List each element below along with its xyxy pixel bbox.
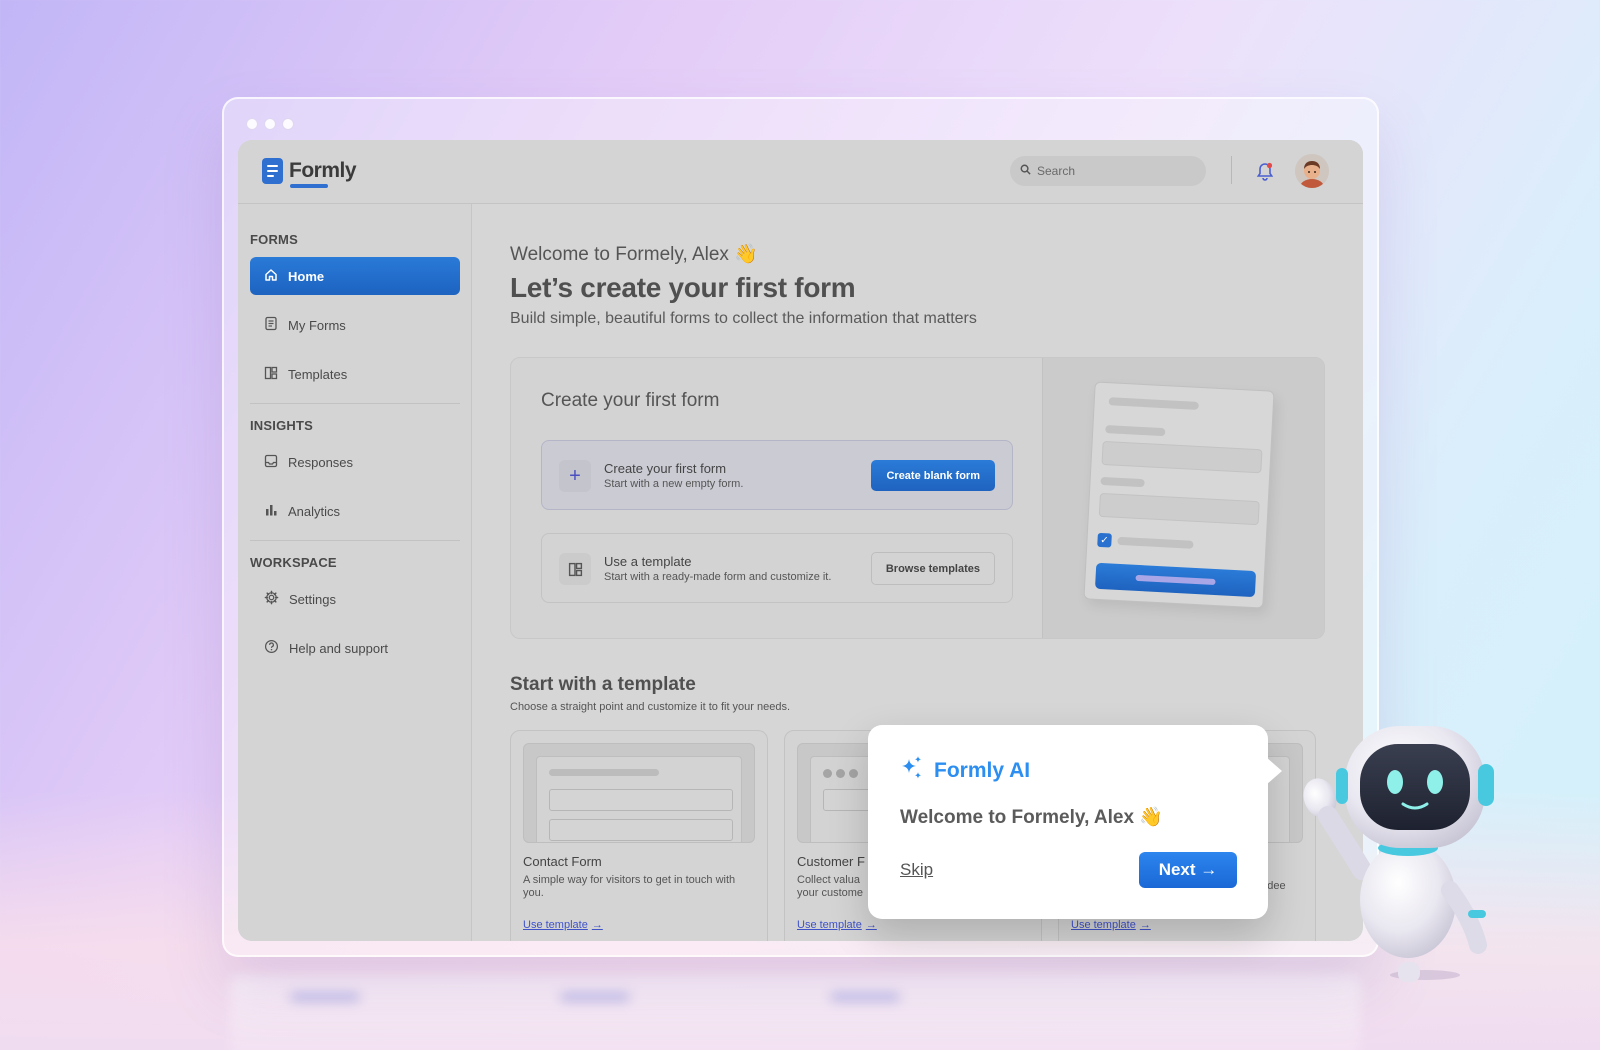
template-card[interactable]: Contact Form A simple way for visitors t… (510, 730, 768, 941)
home-icon (264, 268, 278, 285)
checkbox-icon: ✓ (1097, 532, 1112, 548)
page-title: Let’s create your first form (510, 272, 856, 303)
skip-button[interactable]: Skip (900, 860, 933, 880)
form-illustration-panel: ✓ (1042, 358, 1324, 638)
sidebar-item-label: Home (288, 268, 325, 284)
layout-icon (559, 553, 591, 585)
sidebar-item-analytics[interactable]: Analytics (250, 492, 460, 530)
use-template-link[interactable]: Use template → (797, 919, 877, 931)
sidebar-item-label: Analytics (288, 503, 341, 519)
welcome-text: Welcome to Formely, Alex 👋 (510, 244, 758, 265)
page-subtitle: Build simple, beautiful forms to collect… (510, 310, 977, 327)
template-description: A simple way for visitors to get in touc… (523, 874, 736, 899)
app-logo[interactable]: Formly (262, 158, 357, 188)
create-blank-form-button[interactable]: Create blank form (871, 460, 995, 491)
arrow-right-icon: → (1139, 919, 1151, 931)
create-card-title: Create your first form (541, 390, 720, 411)
template-name: Contact Form (523, 854, 602, 869)
sidebar-item-home[interactable]: Home (250, 257, 460, 295)
sidebar-divider (250, 403, 460, 404)
sidebar-item-label: My Forms (288, 317, 346, 333)
templates-section-subtitle: Choose a straight point and customize it… (510, 701, 791, 713)
option-description: Start with a ready-made form and customi… (604, 571, 832, 583)
search-box[interactable] (1010, 156, 1206, 186)
use-template-option[interactable]: Use a template Start with a ready-made f… (541, 533, 1013, 603)
bar-chart-icon (264, 503, 278, 520)
next-button[interactable]: Next → (1139, 852, 1237, 888)
create-form-card: Create your first form + Create your fir… (510, 357, 1325, 639)
arrow-right-icon: → (865, 919, 877, 931)
ai-assistant-popup: Formly AI Welcome to Formely, Alex 👋 Ski… (868, 725, 1282, 919)
sidebar-item-templates[interactable]: Templates (250, 355, 460, 393)
window-controls (246, 118, 294, 130)
templates-section-title: Start with a template (510, 674, 696, 695)
sparkles-icon (900, 755, 924, 786)
inbox-icon (264, 454, 278, 471)
ai-header: Formly AI (900, 755, 1030, 786)
sidebar-item-my-forms[interactable]: My Forms (250, 306, 460, 344)
sidebar-item-help[interactable]: Help and support (250, 629, 460, 667)
sidebar-section-insights: INSIGHTS (250, 418, 313, 433)
template-name: Customer F (797, 854, 865, 869)
use-template-link[interactable]: Use template → (1071, 919, 1151, 931)
use-template-link[interactable]: Use template → (523, 919, 603, 931)
top-bar: Formly (238, 140, 1363, 204)
sidebar-section-workspace: WORKSPACE (250, 555, 337, 570)
logo-icon (262, 158, 283, 184)
search-input[interactable] (1037, 164, 1187, 178)
sidebar-item-label: Settings (289, 591, 336, 607)
option-title: Create your first form (604, 461, 727, 476)
form-illustration: ✓ (1083, 381, 1275, 609)
avatar[interactable] (1295, 154, 1329, 188)
template-thumbnail (523, 743, 755, 843)
option-title: Use a template (604, 554, 692, 569)
gear-icon (264, 590, 279, 608)
sidebar-item-label: Templates (288, 366, 348, 382)
template-description: Collect valua your custome (797, 874, 864, 899)
ai-message: Welcome to Formely, Alex 👋 (900, 807, 1163, 828)
window-minimize-button[interactable] (264, 118, 276, 130)
window-close-button[interactable] (246, 118, 258, 130)
bell-icon[interactable] (1256, 162, 1274, 187)
sidebar-divider (250, 540, 460, 541)
topbar-divider (1231, 156, 1232, 184)
sidebar-section-forms: FORMS (250, 232, 298, 247)
plus-icon: + (559, 460, 591, 492)
create-blank-option[interactable]: + Create your first form Start with a ne… (541, 440, 1013, 510)
option-description: Start with a new empty form. (604, 478, 744, 490)
layout-icon (264, 366, 278, 383)
browse-templates-button[interactable]: Browse templates (870, 552, 995, 585)
window-maximize-button[interactable] (282, 118, 294, 130)
sidebar-item-label: Responses (288, 454, 354, 470)
ai-title: Formly AI (934, 758, 1031, 782)
sidebar-item-responses[interactable]: Responses (250, 443, 460, 481)
search-icon (1020, 162, 1031, 180)
robot-mascot (1290, 720, 1530, 990)
help-icon (264, 639, 279, 657)
arrow-right-icon: → (591, 919, 603, 931)
window-reflection (230, 975, 1360, 1050)
sidebar-item-settings[interactable]: Settings (250, 580, 460, 618)
document-icon (264, 316, 278, 334)
sidebar-item-label: Help and support (289, 640, 389, 656)
sidebar: FORMS Home My Forms Templates INSIGHTS R… (238, 204, 472, 941)
app-name: Formly (289, 159, 357, 188)
